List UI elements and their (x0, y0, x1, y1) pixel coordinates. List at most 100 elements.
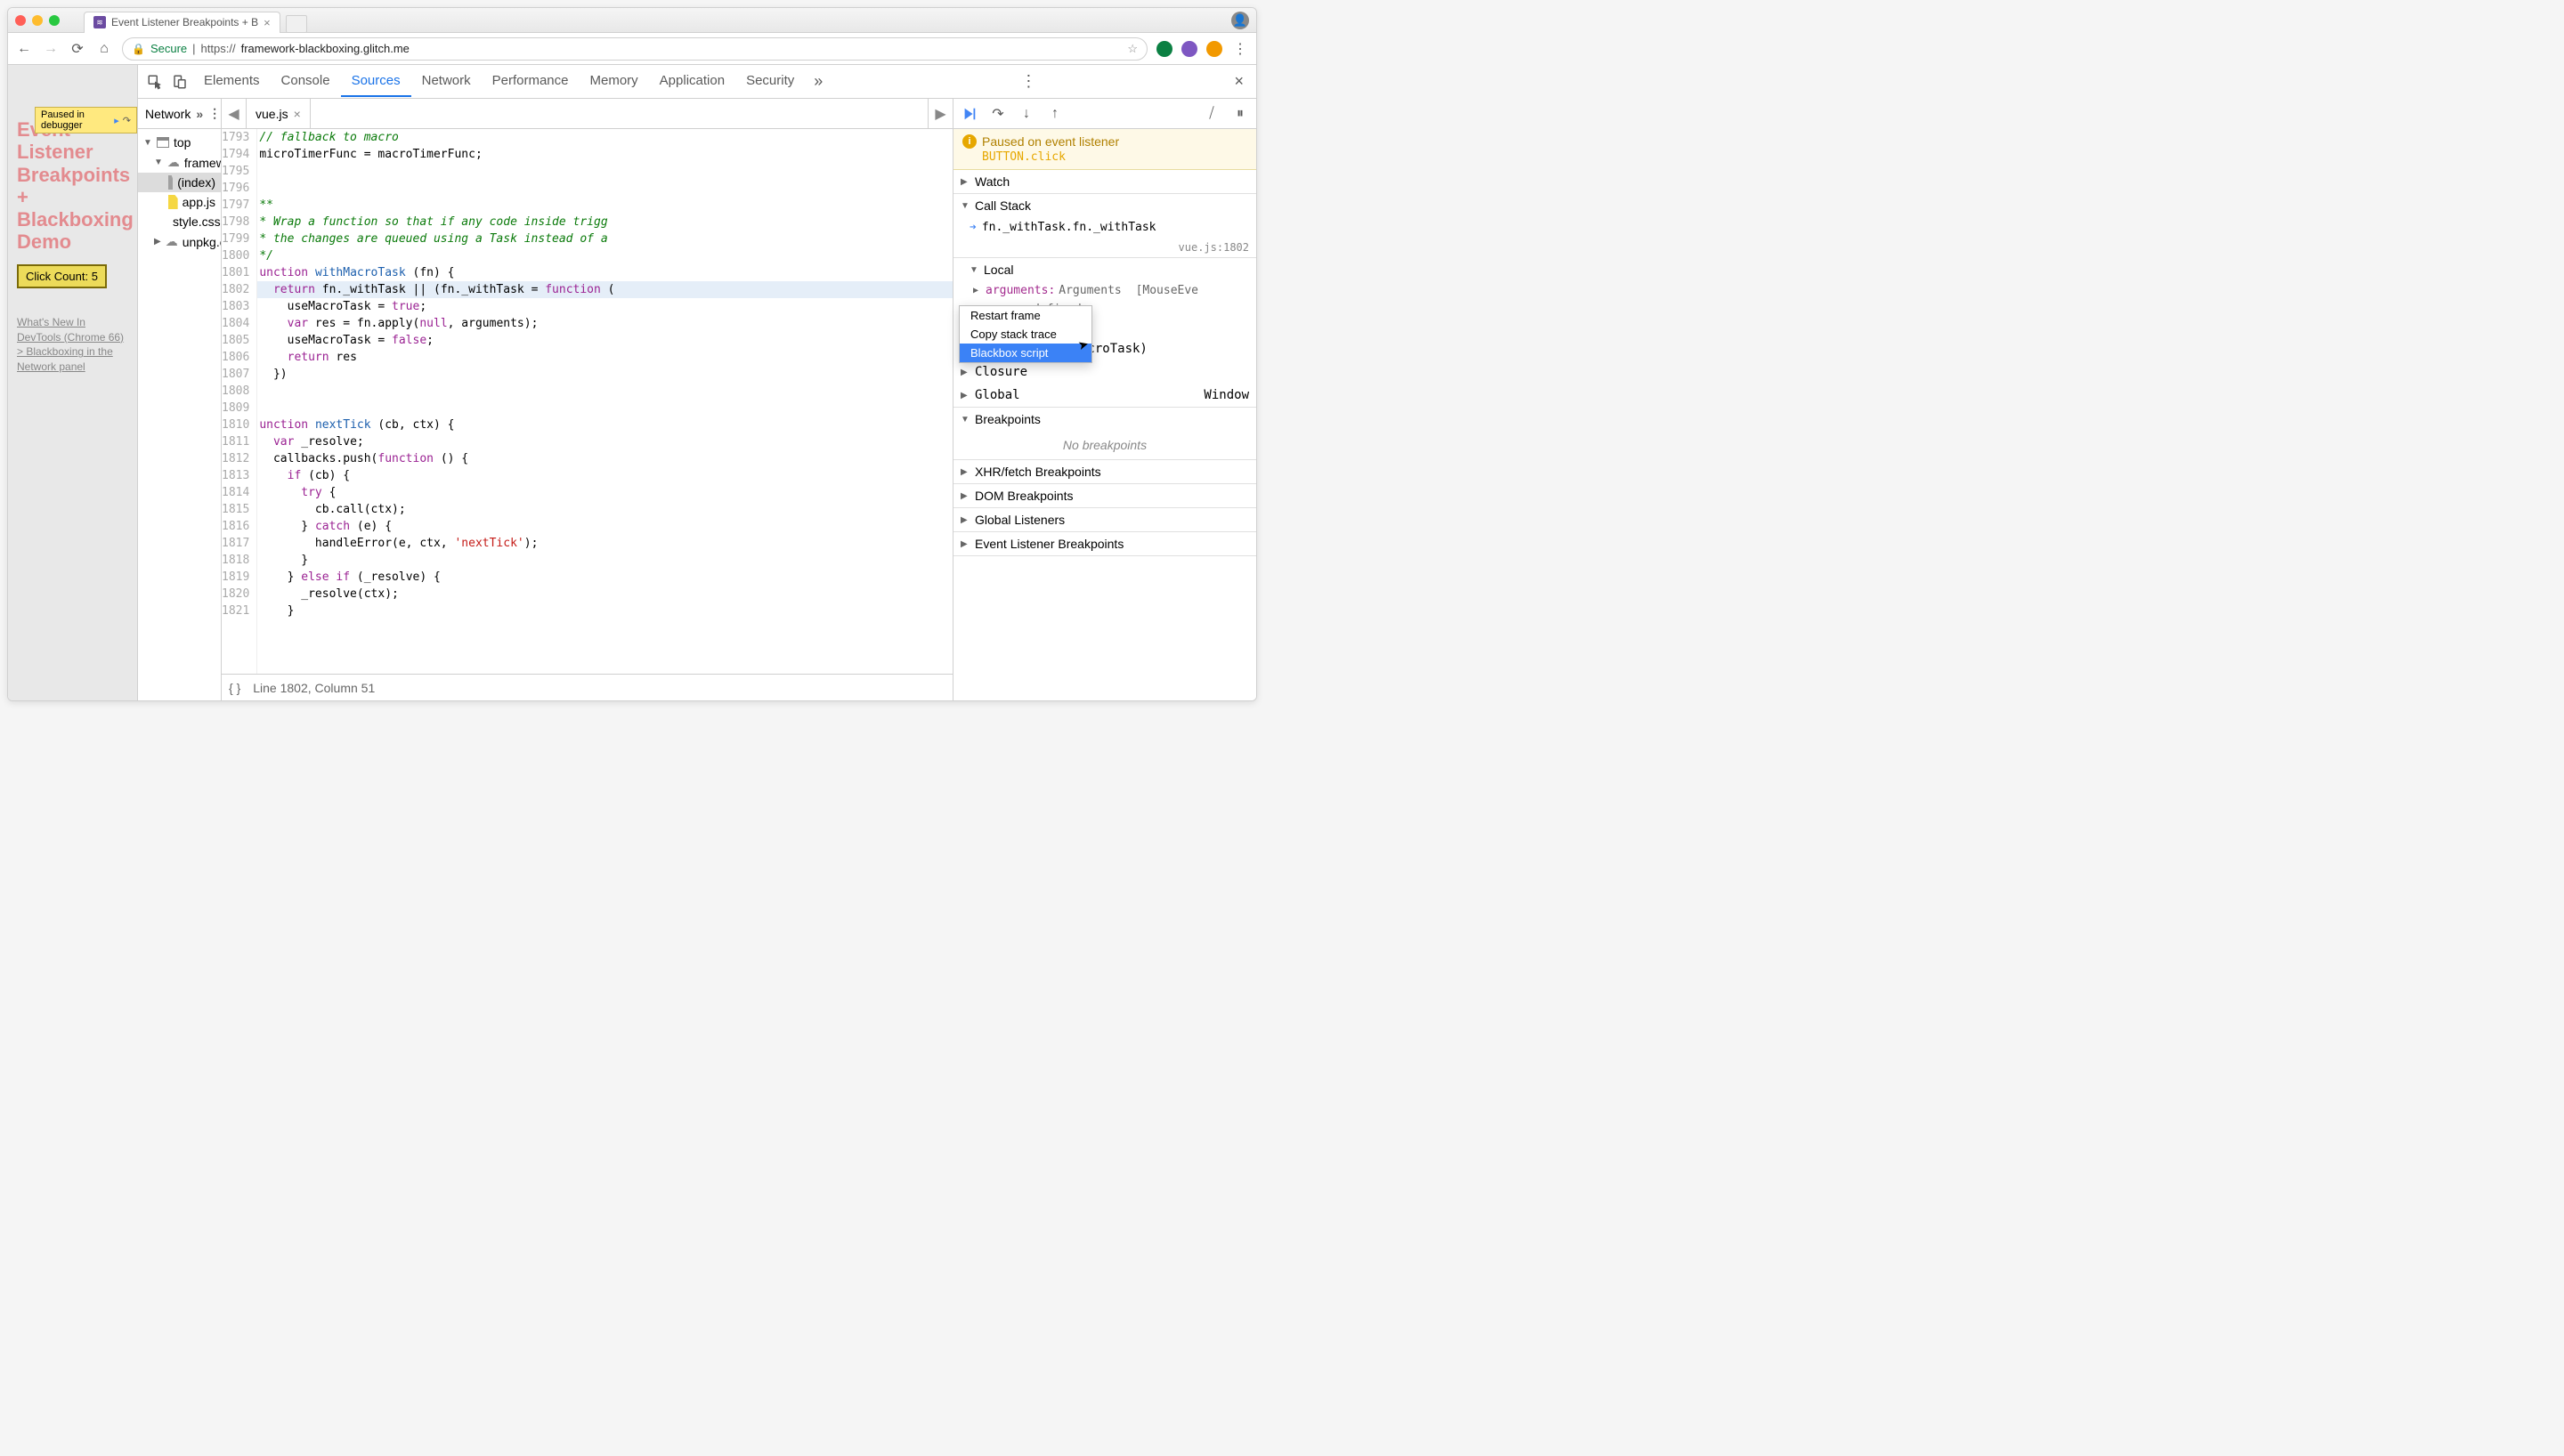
navigator-more-icon[interactable]: » (196, 107, 203, 121)
devtools-tab-bar: ElementsConsoleSourcesNetworkPerformance… (138, 65, 1256, 99)
page-link[interactable]: What's New In DevTools (Chrome 66) > Bla… (17, 315, 128, 375)
editor-nav-fwd-icon[interactable]: ▶ (928, 99, 953, 128)
pretty-print-icon[interactable]: { } (229, 681, 240, 695)
devtools-tab-console[interactable]: Console (271, 66, 341, 97)
window-zoom[interactable] (49, 15, 60, 26)
page-heading: Event Listener Breakpoints + Blackboxing… (17, 118, 128, 254)
cloud-icon: ☁ (166, 234, 178, 249)
chevron-right-icon: ▶ (961, 368, 970, 377)
resume-icon[interactable]: ▸ (114, 115, 119, 126)
editor-pane: ◀ vue.js × ▶ 179317941795179617971798179… (222, 99, 953, 700)
tree-file[interactable]: (index) (138, 173, 221, 192)
editor-tab-close-icon[interactable]: × (294, 107, 301, 121)
event-listener-breakpoints-header[interactable]: ▶Event Listener Breakpoints (953, 532, 1256, 555)
scope-title: Closure (975, 365, 1027, 379)
scope-global-header[interactable]: ▶GlobalWindow (953, 384, 1256, 407)
chevron-down-icon: ▼ (154, 158, 163, 167)
step-icon[interactable]: ↷ (123, 115, 131, 126)
click-count-button[interactable]: Click Count: 5 (17, 264, 107, 288)
browser-tab[interactable]: ≋ Event Listener Breakpoints + B × (84, 12, 280, 33)
devtools-tab-elements[interactable]: Elements (193, 66, 271, 97)
navigator-tree: ▼ top ▼ ☁ framework-bla (index) app.jssty… (138, 129, 221, 700)
step-over-button[interactable]: ↷ (989, 105, 1007, 123)
step-into-button[interactable]: ↓ (1018, 105, 1035, 123)
tree-label: (index) (177, 175, 215, 190)
devtools-tab-performance[interactable]: Performance (482, 66, 580, 97)
devtools-tab-sources[interactable]: Sources (341, 66, 411, 97)
section-title: Call Stack (975, 198, 1031, 213)
dom-breakpoints-header[interactable]: ▶DOM Breakpoints (953, 484, 1256, 507)
chevron-right-icon: ▶ (961, 539, 970, 549)
reload-button[interactable]: ⟳ (69, 40, 86, 58)
xhr-breakpoints-header[interactable]: ▶XHR/fetch Breakpoints (953, 460, 1256, 483)
favicon-icon: ≋ (93, 16, 106, 28)
chevron-right-icon: ▶ (961, 491, 970, 501)
global-listeners-header[interactable]: ▶Global Listeners (953, 508, 1256, 531)
extension-icon[interactable] (1181, 41, 1197, 57)
window-minimize[interactable] (32, 15, 43, 26)
line-gutter: 1793179417951796179717981799180018011802… (222, 129, 257, 674)
tree-origin[interactable]: ▶ ☁ unpkg.com (138, 231, 221, 252)
navigator-tab[interactable]: Network (145, 107, 191, 121)
scope-local-header[interactable]: ▼Local (953, 258, 1256, 281)
editor-nav-back-icon[interactable]: ◀ (222, 99, 247, 128)
more-tabs-icon[interactable]: » (807, 65, 830, 98)
device-icon[interactable] (168, 70, 191, 93)
js-file-icon (168, 195, 178, 209)
devtools-menu-icon[interactable]: ⋮ (1013, 72, 1043, 91)
extension-icon[interactable] (1156, 41, 1172, 57)
star-icon[interactable]: ☆ (1127, 42, 1138, 56)
forward-button[interactable]: → (42, 40, 60, 58)
context-menu-item[interactable]: Blackbox script (960, 344, 1091, 362)
tree-file[interactable]: app.js (138, 192, 221, 212)
scope-closure-header[interactable]: ▶ Closure (953, 360, 1256, 384)
chevron-right-icon: ▶ (961, 391, 970, 400)
tree-origin[interactable]: ▼ ☁ framework-bla (138, 152, 221, 173)
back-button[interactable]: ← (15, 40, 33, 58)
browser-toolbar: ← → ⟳ ⌂ 🔒 Secure | https://framework-bla… (8, 33, 1256, 65)
devtools-tab-application[interactable]: Application (649, 66, 735, 97)
pause-detail: BUTTON.click (962, 150, 1247, 164)
stack-frame[interactable]: ➔ fn._withTask.fn._withTask (953, 217, 1256, 238)
deactivate-breakpoints-button[interactable]: ⧸ (1203, 105, 1221, 123)
inspect-icon[interactable] (143, 70, 166, 93)
tab-close-icon[interactable]: × (264, 16, 271, 29)
breakpoints-section-header[interactable]: ▼ Breakpoints (953, 408, 1256, 431)
navigator-menu-icon[interactable]: ⋮ (208, 106, 221, 121)
resume-button[interactable] (961, 105, 978, 123)
chevron-down-icon: ▼ (961, 415, 970, 425)
url-bar[interactable]: 🔒 Secure | https://framework-blackboxing… (122, 37, 1148, 61)
step-out-button[interactable]: ↑ (1046, 105, 1064, 123)
tree-file[interactable]: style.css (138, 212, 221, 231)
devtools-tab-memory[interactable]: Memory (580, 66, 649, 97)
url-host: framework-blackboxing.glitch.me (241, 42, 410, 55)
window-close[interactable] (15, 15, 26, 26)
pause-reason: Paused on event listener (982, 134, 1119, 149)
devtools-close-icon[interactable]: × (1227, 72, 1251, 91)
tree-label: unpkg.com (183, 235, 221, 249)
window-icon (157, 137, 169, 148)
pause-exceptions-button[interactable]: ⏸ (1231, 105, 1249, 123)
home-button[interactable]: ⌂ (95, 40, 113, 58)
current-frame-icon: ➔ (970, 221, 977, 234)
tree-top[interactable]: ▼ top (138, 133, 221, 152)
editor-tab[interactable]: vue.js × (247, 99, 311, 128)
scope-variable[interactable]: ▶arguments: Arguments [MouseEve (953, 281, 1256, 300)
callstack-section-header[interactable]: ▼Call Stack (953, 194, 1256, 217)
context-menu-item[interactable]: Copy stack trace (960, 325, 1091, 344)
devtools-tab-security[interactable]: Security (735, 66, 805, 97)
doc-file-icon (168, 175, 173, 190)
extension-icon[interactable] (1206, 41, 1222, 57)
tree-label: top (174, 135, 191, 150)
menu-icon[interactable]: ⋮ (1231, 40, 1249, 58)
watch-section-header[interactable]: ▶Watch (953, 170, 1256, 193)
new-tab-button[interactable] (286, 15, 307, 33)
code-area[interactable]: // fallback to macromicroTimerFunc = mac… (257, 129, 953, 674)
section-title: Breakpoints (975, 412, 1041, 426)
context-menu-item[interactable]: Restart frame (960, 306, 1091, 325)
devtools-tab-network[interactable]: Network (411, 66, 482, 97)
devtools-panel: ElementsConsoleSourcesNetworkPerformance… (137, 65, 1256, 700)
url-scheme: https:// (201, 42, 236, 55)
section-title: Watch (975, 174, 1010, 189)
profile-avatar-icon[interactable]: 👤 (1231, 12, 1249, 29)
